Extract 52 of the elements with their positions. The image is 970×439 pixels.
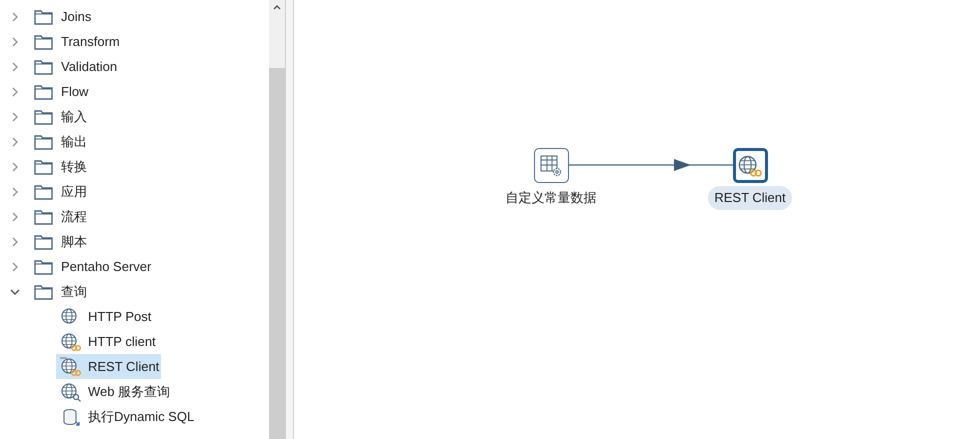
folder-icon [34,134,53,150]
step-item[interactable]: HTTP Post [56,304,154,329]
folder-icon [34,84,53,100]
chevron-right-icon[interactable] [10,36,20,46]
folder-label[interactable]: 输入 [61,106,87,126]
folder-label[interactable]: Flow [61,82,88,102]
step-label: REST Client [708,186,792,210]
step-item[interactable]: 执行Dynamic SQL [56,404,196,429]
folder-label[interactable]: Transform [61,32,120,52]
globe-link-icon [60,356,82,376]
folder-icon [34,58,53,74]
chevron-right-icon[interactable] [10,212,20,222]
chevron-right-icon[interactable] [10,86,20,96]
folder-label[interactable]: 流程 [61,206,87,226]
step-item[interactable]: REST Client [56,354,162,379]
folder-icon [34,258,53,274]
step-item[interactable]: HTTP client [56,329,158,354]
chevron-right-icon[interactable] [10,162,20,172]
scrollbar-thumb[interactable] [269,68,285,439]
globe-link-icon [60,332,82,352]
folder-label[interactable]: Pentaho Server [61,256,152,276]
folder-label[interactable]: 脚本 [61,232,87,252]
chevron-down-icon[interactable] [10,286,20,296]
folder-label[interactable]: 转换 [61,156,87,176]
chevron-right-icon[interactable] [10,62,20,72]
folder-icon [34,234,53,250]
folder-icon [34,8,53,24]
folder-label[interactable]: 输出 [61,132,87,152]
folder-label[interactable]: Joins [61,6,92,26]
chevron-right-icon[interactable] [10,112,20,122]
hop-arrow[interactable] [569,159,733,171]
step-node[interactable] [732,148,768,183]
folder-label[interactable]: Validation [61,56,118,76]
scrollbar[interactable] [269,0,285,439]
chevron-right-icon[interactable] [10,262,20,272]
folder-label[interactable]: 查询 [61,282,87,302]
globe-search-icon [60,382,82,402]
step-item[interactable]: Web 服务查询 [56,379,172,404]
folder-icon [34,184,53,200]
folder-icon [34,34,53,50]
table-gear-icon [539,154,563,178]
folder-icon [34,108,53,124]
chevron-right-icon[interactable] [10,186,20,196]
chevron-right-icon[interactable] [10,136,20,146]
step-label: 自定义常量数据 [504,189,598,207]
chevron-right-icon[interactable] [10,236,20,246]
folder-icon [34,284,53,300]
folder-label[interactable]: 应用 [61,182,87,202]
step-node[interactable] [534,148,568,183]
folder-icon [34,208,53,224]
chevron-right-icon[interactable] [10,12,20,22]
folder-icon [34,158,53,174]
